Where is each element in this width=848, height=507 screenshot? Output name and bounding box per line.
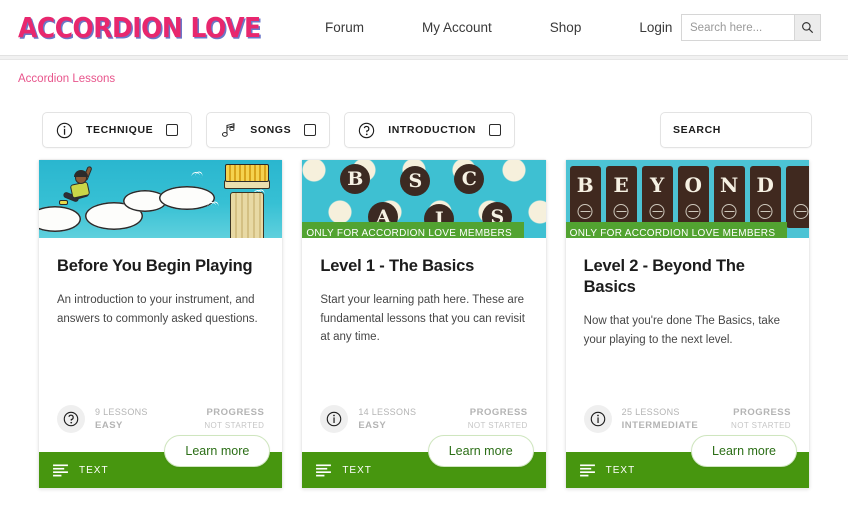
learn-more-button[interactable]: Learn more (427, 435, 534, 467)
search-icon (802, 22, 814, 34)
course-card-description: Now that you're done The Basics, take yo… (583, 315, 780, 346)
course-card-progress-label: PROGRESS (206, 407, 265, 419)
header-search-input[interactable] (682, 15, 794, 40)
accordion-icon (225, 164, 270, 182)
column-illustration (230, 192, 265, 238)
course-card[interactable]: B E Y O N D ONLY FOR ACCORDION LOVE MEMB… (564, 159, 810, 489)
course-card-title: Level 1 - The Basics (320, 257, 475, 275)
nav-item-shop[interactable]: Shop (550, 20, 582, 35)
course-card-progress-label: PROGRESS (733, 407, 791, 419)
nav-item-forum[interactable]: Forum (325, 20, 364, 35)
register-tile: Y (641, 166, 673, 228)
filter-chip-introduction[interactable]: INTRODUCTION (344, 112, 515, 148)
filter-chip-songs[interactable]: SONGS (206, 112, 331, 148)
text-lines-icon (316, 463, 332, 476)
header-search (681, 14, 821, 41)
course-card-image: B S C A I S ONLY FOR ACCORDION LOVE MEMB… (302, 160, 546, 238)
register-tile: E (605, 166, 637, 228)
learn-more-button[interactable]: Learn more (164, 435, 271, 467)
info-icon (320, 405, 349, 433)
course-card-title: Level 2 - Beyond The Basics (583, 257, 745, 297)
text-lines-icon (53, 463, 68, 476)
course-card-list: Before You Begin Playing An introduction… (0, 159, 848, 489)
course-card-level: INTERMEDIATE (621, 419, 699, 431)
breadcrumb-link-accordion-lessons[interactable]: Accordion Lessons (0, 60, 115, 85)
register-tile: O (677, 166, 709, 228)
info-icon (56, 122, 73, 139)
nav-item-login[interactable]: Login (639, 20, 672, 35)
filter-chip-introduction-label: INTRODUCTION (388, 124, 476, 136)
lesson-search-input[interactable] (673, 124, 814, 136)
filter-chip-technique[interactable]: TECHNIQUE (42, 112, 193, 148)
course-card-footer: TEXT Learn more (302, 435, 546, 488)
course-card-progress-status: NOT STARTED (204, 420, 265, 430)
filter-bar: TECHNIQUE SONGS INTRODUCTION (0, 109, 848, 151)
course-card-body: Level 1 - The Basics Start your learning… (302, 238, 545, 402)
site-logo[interactable]: ACCORDION LOVE (18, 11, 261, 43)
course-card-footer-label: TEXT (605, 464, 636, 476)
course-card-progress-status: NOT STARTED (467, 420, 528, 430)
course-card[interactable]: Before You Begin Playing An introduction… (38, 159, 284, 489)
register-tile (785, 166, 809, 228)
header-search-button[interactable] (794, 15, 820, 40)
filter-chip-introduction-checkbox[interactable] (488, 124, 501, 136)
course-card-level: EASY (95, 419, 123, 431)
course-card-footer: TEXT Learn more (565, 435, 809, 488)
course-card-body: Before You Begin Playing An introduction… (39, 238, 282, 402)
letter-disc: S (400, 166, 431, 196)
course-card-meta: 9 LESSONS EASY PROGRESS NOT STARTED (39, 402, 282, 436)
course-card-meta: 25 LESSONS INTERMEDIATE PROGRESS NOT STA… (566, 402, 809, 436)
filter-chip-technique-checkbox[interactable] (166, 124, 179, 136)
info-icon (583, 405, 612, 433)
bird-icon (190, 171, 201, 178)
letter-disc: C (454, 164, 485, 194)
letter-disc: B (340, 164, 371, 194)
course-card-progress-status: NOT STARTED (731, 420, 791, 430)
course-card[interactable]: B S C A I S ONLY FOR ACCORDION LOVE MEMB… (301, 159, 547, 489)
filter-chip-technique-label: TECHNIQUE (86, 124, 154, 136)
filter-chip-songs-checkbox[interactable] (304, 124, 317, 136)
course-card-level: EASY (358, 419, 387, 431)
course-card-description: Start your learning path here. These are… (320, 294, 525, 344)
music-note-icon (220, 122, 237, 139)
course-card-image: B E Y O N D ONLY FOR ACCORDION LOVE MEMB… (565, 160, 809, 238)
lesson-search (660, 112, 814, 148)
course-card-description: An introduction to your instrument, and … (57, 294, 258, 325)
text-lines-icon (579, 463, 595, 476)
filter-chip-songs-label: SONGS (250, 124, 292, 136)
course-card-lessons: 9 LESSONS (95, 406, 148, 417)
register-tile: B (569, 166, 601, 228)
course-card-footer-label: TEXT (79, 464, 109, 476)
course-card-body: Level 2 - Beyond The Basics Now that you… (566, 238, 809, 402)
site-header: ACCORDION LOVE Forum My Account Shop Log… (0, 0, 848, 55)
register-tile: N (713, 166, 745, 228)
nav-item-my-account[interactable]: My Account (422, 20, 492, 35)
course-card-footer: TEXT Learn more (39, 435, 283, 488)
main-navigation: Forum My Account Shop Login (325, 0, 672, 55)
members-only-ribbon: ONLY FOR ACCORDION LOVE MEMBERS (302, 222, 524, 238)
cloud-icon (39, 206, 81, 232)
course-card-title: Before You Begin Playing (57, 257, 253, 275)
course-card-meta: 14 LESSONS EASY PROGRESS NOT STARTED (302, 402, 545, 436)
question-icon (358, 122, 375, 139)
course-card-lessons: 14 LESSONS (358, 406, 417, 417)
register-tile: D (749, 166, 781, 228)
bird-icon (206, 201, 217, 208)
breadcrumb: Accordion Lessons (0, 60, 848, 87)
members-only-ribbon: ONLY FOR ACCORDION LOVE MEMBERS (565, 222, 788, 238)
course-card-lessons: 25 LESSONS (621, 406, 680, 417)
question-icon (57, 405, 85, 433)
course-card-footer-label: TEXT (342, 464, 372, 476)
learn-more-button[interactable]: Learn more (691, 435, 797, 467)
course-card-image (39, 160, 283, 238)
course-card-progress-label: PROGRESS (469, 407, 528, 419)
sky-illustration (39, 160, 283, 238)
